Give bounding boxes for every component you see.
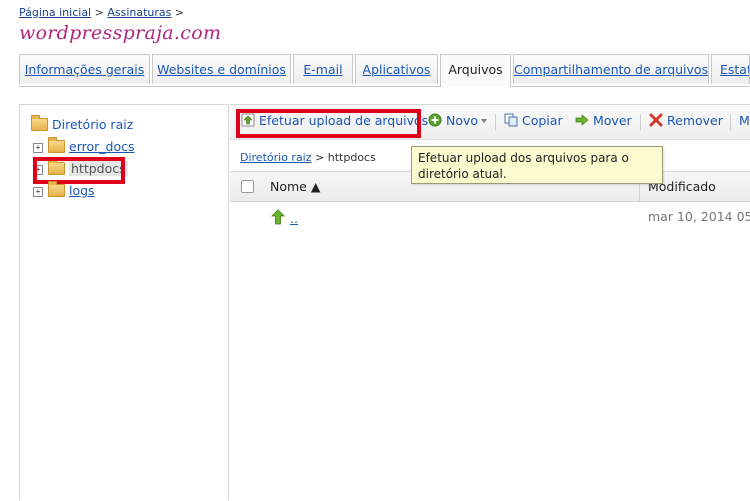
header-area: Página inicial > Assinaturas > wordpress…: [0, 0, 750, 100]
tree-item-logs[interactable]: + logs: [33, 181, 95, 198]
arrow-right-icon: [575, 113, 589, 127]
path-current: httpdocs: [327, 151, 376, 164]
plus-circle-icon: [428, 113, 442, 127]
tree-item-error-docs[interactable]: + error_docs: [33, 137, 135, 154]
breadcrumb-separator: >: [174, 6, 185, 19]
delete-x-icon: [649, 113, 663, 127]
toolbar-divider: [730, 114, 731, 131]
expand-icon[interactable]: +: [33, 187, 43, 197]
tree-root[interactable]: Diretório raiz: [31, 115, 134, 132]
path-root-link[interactable]: Diretório raiz: [240, 151, 312, 164]
upload-highlight-box: [236, 109, 421, 138]
breadcrumb: Página inicial > Assinaturas >: [19, 6, 184, 19]
breadcrumb-subscriptions-link[interactable]: Assinaturas: [107, 6, 171, 19]
folder-icon: [48, 137, 65, 153]
expand-icon[interactable]: +: [33, 143, 43, 153]
tab-applications[interactable]: Aplicativos: [355, 54, 438, 84]
upload-tooltip: Efetuar upload dos arquivos para o diret…: [411, 146, 663, 184]
breadcrumb-separator: >: [94, 6, 104, 19]
toolbar-divider: [640, 114, 641, 131]
new-label: Novo: [446, 113, 479, 128]
breadcrumb-home-link[interactable]: Página inicial: [19, 6, 91, 19]
more-button[interactable]: M: [739, 113, 750, 128]
httpdocs-highlight-box: [33, 157, 125, 184]
row-modified-date: mar 10, 2014 05:0: [648, 209, 750, 224]
tab-bar: Informações gerais Websites e domínios E…: [19, 54, 750, 87]
current-path: Diretório raiz > httpdocs: [240, 151, 376, 164]
up-arrow-icon: [270, 209, 286, 225]
folder-icon: [31, 115, 48, 131]
copy-icon: [504, 113, 518, 127]
tab-statistics[interactable]: Estat: [711, 54, 750, 84]
directory-tree-panel: Diretório raiz + error_docs + httpdocs + lo…: [19, 104, 229, 500]
path-separator: >: [315, 151, 325, 164]
tab-general-info[interactable]: Informações gerais: [19, 54, 150, 84]
tree-item-label: error_docs: [69, 139, 135, 154]
tab-files[interactable]: Arquivos: [440, 54, 511, 87]
remove-label: Remover: [667, 113, 723, 128]
column-name-header[interactable]: Nome ▲: [270, 179, 320, 194]
move-button[interactable]: Mover: [575, 113, 632, 128]
select-all-checkbox[interactable]: [241, 180, 254, 193]
folder-icon: [48, 181, 65, 197]
file-toolbar: Efetuar upload de arquivos Novo Copiar M…: [230, 105, 750, 140]
parent-directory-link[interactable]: ..: [290, 211, 298, 226]
copy-label: Copiar: [522, 113, 563, 128]
new-button[interactable]: Novo: [428, 113, 488, 128]
move-label: Mover: [593, 113, 632, 128]
tab-websites-domains[interactable]: Websites e domínios: [152, 54, 291, 84]
tab-email[interactable]: E-mail: [293, 54, 353, 84]
toolbar-divider: [495, 114, 496, 131]
remove-button[interactable]: Remover: [649, 113, 723, 128]
chevron-down-icon: [481, 119, 488, 123]
copy-button[interactable]: Copiar: [504, 113, 563, 128]
tab-file-sharing[interactable]: Compartilhamento de arquivos: [513, 54, 709, 84]
tree-item-label: logs: [69, 183, 95, 198]
table-row[interactable]: ..: [270, 209, 298, 226]
tree-root-label: Diretório raiz: [52, 117, 134, 132]
site-title: wordpresspraja.com: [19, 22, 222, 44]
